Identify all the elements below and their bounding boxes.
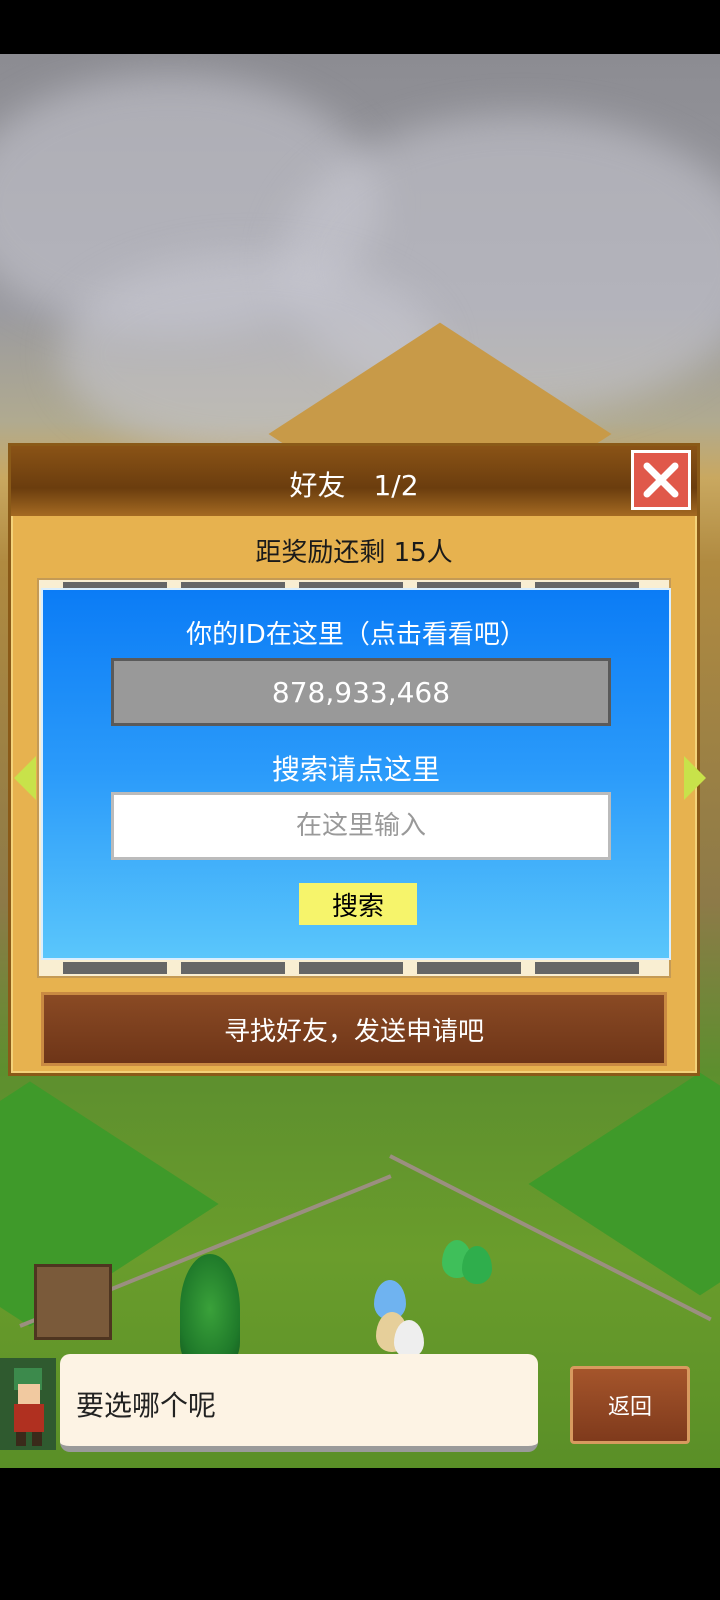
your-id-value[interactable]: 878,933,468 — [111, 658, 611, 726]
navigation-bar — [0, 1468, 720, 1600]
message-text: 要选哪个呢 — [76, 1389, 217, 1422]
status-bar — [0, 0, 720, 54]
your-id-label[interactable]: 你的ID在这里（点击看看吧） — [43, 614, 669, 651]
tree — [180, 1254, 240, 1364]
egg — [394, 1320, 424, 1358]
dialog-title: 好友 1/2 — [289, 469, 419, 502]
gate — [34, 1264, 112, 1340]
arrow-right-icon[interactable] — [684, 756, 706, 800]
search-input[interactable] — [111, 792, 611, 860]
character-avatar — [0, 1358, 56, 1450]
page-tab — [417, 962, 521, 974]
search-button[interactable]: 搜索 — [299, 883, 417, 925]
back-button[interactable]: 返回 — [570, 1366, 690, 1444]
page-tab — [63, 962, 167, 974]
page-tab — [535, 962, 639, 974]
arrow-left-icon[interactable] — [14, 756, 36, 800]
dialog-header: 好友 1/2 — [11, 446, 697, 516]
friends-dialog: 好友 1/2 距奖励还剩 15人 你的ID在这里（点击看看吧） 878,933,… — [8, 443, 700, 1076]
message-bubble: 要选哪个呢 — [60, 1354, 538, 1452]
reward-progress-text: 距奖励还剩 15人 — [255, 538, 453, 568]
egg — [462, 1246, 492, 1284]
grass-patch — [528, 1072, 720, 1296]
character-icon — [14, 1368, 44, 1446]
find-friends-button[interactable]: 寻找好友，发送申请吧 — [41, 992, 667, 1066]
close-button[interactable] — [631, 450, 691, 510]
search-label: 搜索请点这里 — [271, 753, 440, 786]
page-tab — [181, 962, 285, 974]
friend-id-panel: 你的ID在这里（点击看看吧） 878,933,468 搜索请点这里 搜索 — [41, 588, 671, 960]
page-tab — [299, 962, 403, 974]
close-x-icon — [643, 462, 679, 498]
